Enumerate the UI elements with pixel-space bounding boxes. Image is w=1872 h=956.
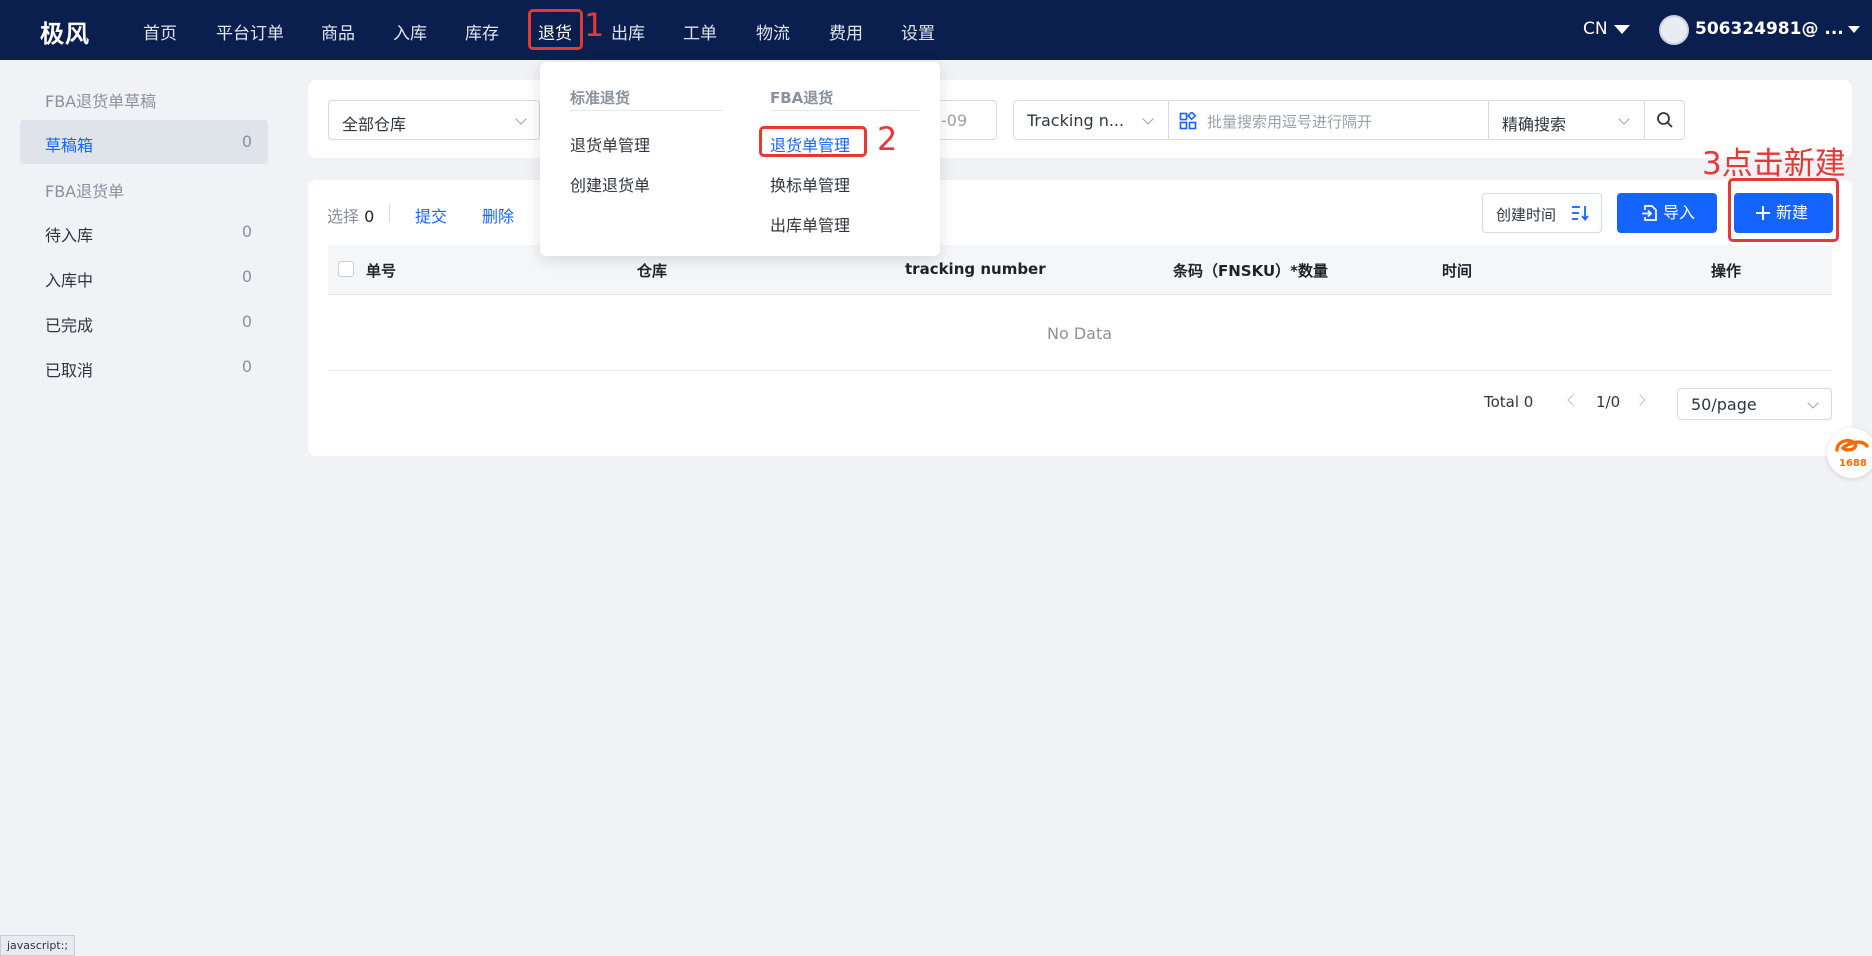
sidebar: FBA退货单草稿 草稿箱 0 FBA退货单 待入库 0 入库中 0 已完成 0 …	[0, 60, 288, 956]
menu-relabel-management[interactable]: 换标单管理	[770, 172, 850, 196]
batch-search-placeholder: 批量搜索用逗号进行隔开	[1207, 113, 1373, 131]
import-file-icon	[1642, 205, 1657, 221]
avatar[interactable]	[1659, 15, 1689, 45]
sidebar-item-inbounding[interactable]: 入库中 0	[20, 255, 268, 299]
selection-count: 0	[364, 207, 375, 226]
caret-down-icon	[1613, 24, 1630, 34]
chevron-down-icon	[1618, 113, 1630, 125]
nav-logistics[interactable]: 物流	[756, 19, 790, 44]
table-divider	[328, 370, 1832, 371]
nav-inventory[interactable]: 库存	[465, 19, 499, 44]
sidebar-item-count: 0	[241, 132, 252, 151]
chevron-down-icon	[1807, 397, 1819, 409]
top-nav: 极风 首页 平台订单 商品 入库 库存 退货 出库 工单 物流 费用 设置 CN…	[0, 0, 1872, 60]
alibaba-1688-logo-icon	[1835, 438, 1869, 452]
sidebar-item-label: 已完成	[45, 316, 94, 335]
dropdown-divider	[570, 110, 722, 111]
user-menu[interactable]: 506324981@ ...	[1695, 19, 1860, 39]
sidebar-item-drafts[interactable]: 草稿箱 0	[20, 120, 268, 164]
search-button[interactable]	[1644, 100, 1685, 140]
language-selector[interactable]: CN	[1583, 19, 1630, 39]
language-label: CN	[1583, 19, 1608, 39]
nav-products[interactable]: 商品	[321, 19, 355, 44]
selection-label: 选择	[327, 207, 360, 226]
sidebar-item-cancelled[interactable]: 已取消 0	[20, 345, 268, 389]
col-warehouse: 仓库	[637, 262, 668, 280]
nav-settings[interactable]: 设置	[901, 19, 935, 44]
nav-platform-orders[interactable]: 平台订单	[216, 19, 284, 44]
sidebar-item-count: 0	[241, 312, 252, 331]
sidebar-item-completed[interactable]: 已完成 0	[20, 300, 268, 344]
dropdown-standard-returns-title: 标准退货	[570, 89, 631, 107]
dropdown-fba-returns-title: FBA退货	[770, 89, 834, 107]
warehouse-select-value: 全部仓库	[342, 115, 407, 134]
nav-fees[interactable]: 费用	[829, 19, 863, 44]
sidebar-item-label: 已取消	[45, 361, 94, 380]
returns-dropdown-menu: 标准退货 退货单管理 创建退货单 FBA退货 退货单管理 换标单管理 出库单管理	[540, 62, 940, 256]
annotation-box-returns	[528, 9, 583, 50]
status-bar-url: javascript:;	[0, 935, 76, 956]
nav-inbound[interactable]: 入库	[393, 19, 427, 44]
sidebar-group-fba-returns: FBA退货单	[45, 182, 125, 201]
sort-created-time-button[interactable]: 创建时间	[1482, 193, 1602, 233]
page-size-select[interactable]: 50/page	[1677, 388, 1832, 420]
menu-create-return[interactable]: 创建退货单	[570, 172, 650, 196]
toolbar-divider	[389, 204, 390, 222]
delete-button[interactable]: 删除	[482, 203, 514, 227]
nav-home[interactable]: 首页	[143, 19, 177, 44]
sidebar-item-count: 0	[241, 267, 252, 286]
dropdown-divider	[770, 110, 920, 111]
col-actions: 操作	[1711, 262, 1742, 280]
col-order-no: 单号	[366, 262, 397, 280]
floating-1688-widget[interactable]: 1688	[1827, 428, 1872, 478]
page-size-value: 50/page	[1691, 395, 1757, 414]
import-label: 导入	[1663, 203, 1696, 222]
chevron-down-icon	[1142, 113, 1154, 125]
col-fnsku-qty: 条码（FNSKU）*数量	[1173, 262, 1328, 280]
caret-down-icon	[1847, 25, 1860, 33]
batch-search-input[interactable]: 批量搜索用逗号进行隔开	[1168, 100, 1489, 140]
import-button[interactable]: 导入	[1617, 193, 1717, 233]
floating-logo-text: 1688	[1839, 458, 1867, 469]
tracking-field-select[interactable]: Tracking n...	[1013, 100, 1169, 140]
sort-icon	[1572, 206, 1589, 221]
annotation-step-3: 3点击新建	[1702, 146, 1846, 182]
sidebar-group-drafts: FBA退货单草稿	[45, 92, 157, 111]
annotation-box-fba-return-management	[759, 126, 867, 157]
sort-label: 创建时间	[1496, 206, 1557, 224]
sidebar-item-count: 0	[241, 222, 252, 241]
nav-outbound[interactable]: 出库	[611, 19, 645, 44]
search-icon	[1657, 112, 1673, 128]
batch-grid-icon[interactable]	[1179, 112, 1197, 130]
select-all-checkbox[interactable]	[338, 261, 354, 277]
pagination-total: Total 0	[1484, 393, 1534, 411]
selection-info: 选择 0	[327, 203, 374, 227]
submit-button[interactable]: 提交	[415, 203, 447, 227]
tracking-field-value: Tracking n...	[1027, 111, 1125, 130]
annotation-step-2: 2	[877, 120, 898, 158]
match-mode-value: 精确搜索	[1502, 115, 1567, 134]
app-logo[interactable]: 极风	[40, 14, 90, 49]
annotation-box-create	[1728, 178, 1839, 242]
sidebar-item-label: 入库中	[45, 271, 94, 290]
warehouse-select[interactable]: 全部仓库	[328, 100, 540, 140]
date-range-value: -09	[941, 111, 968, 130]
pagination-page: 1/0	[1596, 393, 1621, 411]
sidebar-item-count: 0	[241, 357, 252, 376]
chevron-down-icon	[515, 113, 527, 125]
empty-text: No Data	[1047, 324, 1113, 343]
user-name: 506324981@ ...	[1695, 19, 1844, 39]
nav-work-orders[interactable]: 工单	[683, 19, 717, 44]
col-time: 时间	[1442, 262, 1473, 280]
sidebar-item-label: 待入库	[45, 226, 94, 245]
col-tracking-number: tracking number	[905, 260, 1046, 278]
menu-outbound-management[interactable]: 出库单管理	[770, 212, 850, 236]
match-mode-select[interactable]: 精确搜索	[1488, 100, 1645, 140]
menu-standard-return-management[interactable]: 退货单管理	[570, 132, 650, 156]
annotation-step-1: 1	[584, 6, 605, 44]
sidebar-item-label: 草稿箱	[45, 136, 94, 155]
sidebar-item-pending-inbound[interactable]: 待入库 0	[20, 210, 268, 254]
